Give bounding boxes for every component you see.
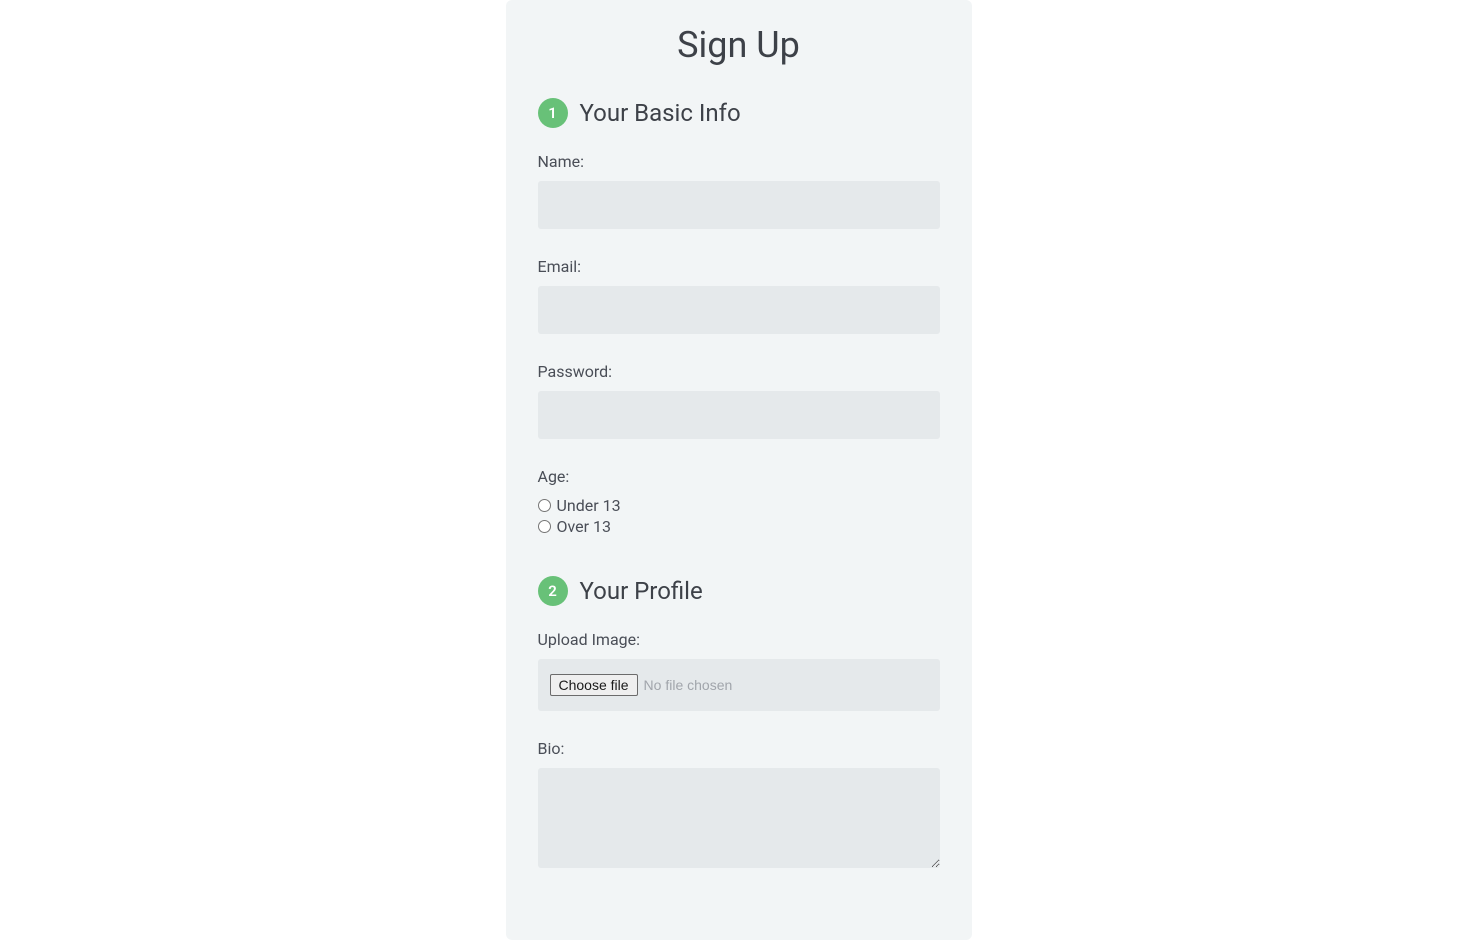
name-input[interactable] [538, 181, 940, 229]
signup-form-container: Sign Up 1 Your Basic Info Name: Email: P… [506, 0, 972, 940]
bio-input[interactable] [538, 768, 940, 868]
email-field-group: Email: [538, 257, 940, 334]
upload-field-group: Upload Image: Choose file No file chosen [538, 630, 940, 711]
section-profile-heading: 2 Your Profile [538, 576, 940, 606]
section-basic-title: Your Basic Info [580, 99, 741, 127]
upload-input[interactable]: Choose file No file chosen [538, 659, 940, 711]
age-over-radio[interactable] [538, 520, 551, 533]
password-input[interactable] [538, 391, 940, 439]
bio-field-group: Bio: [538, 739, 940, 872]
age-under-row: Under 13 [538, 496, 940, 515]
password-field-group: Password: [538, 362, 940, 439]
upload-label: Upload Image: [538, 630, 940, 649]
email-input[interactable] [538, 286, 940, 334]
password-label: Password: [538, 362, 940, 381]
age-under-label[interactable]: Under 13 [557, 496, 621, 515]
age-field-group: Age: Under 13 Over 13 [538, 467, 940, 536]
name-field-group: Name: [538, 152, 940, 229]
step-1-icon: 1 [538, 98, 568, 128]
section-profile-title: Your Profile [580, 577, 703, 605]
email-label: Email: [538, 257, 940, 276]
choose-file-button[interactable]: Choose file [550, 674, 638, 696]
page-title: Sign Up [538, 24, 940, 66]
bio-label: Bio: [538, 739, 940, 758]
file-status-text: No file chosen [644, 677, 733, 693]
age-label: Age: [538, 467, 940, 486]
name-label: Name: [538, 152, 940, 171]
age-under-radio[interactable] [538, 499, 551, 512]
age-over-row: Over 13 [538, 517, 940, 536]
age-options: Under 13 Over 13 [538, 496, 940, 536]
step-2-icon: 2 [538, 576, 568, 606]
age-over-label[interactable]: Over 13 [557, 517, 612, 536]
section-basic-heading: 1 Your Basic Info [538, 98, 940, 128]
